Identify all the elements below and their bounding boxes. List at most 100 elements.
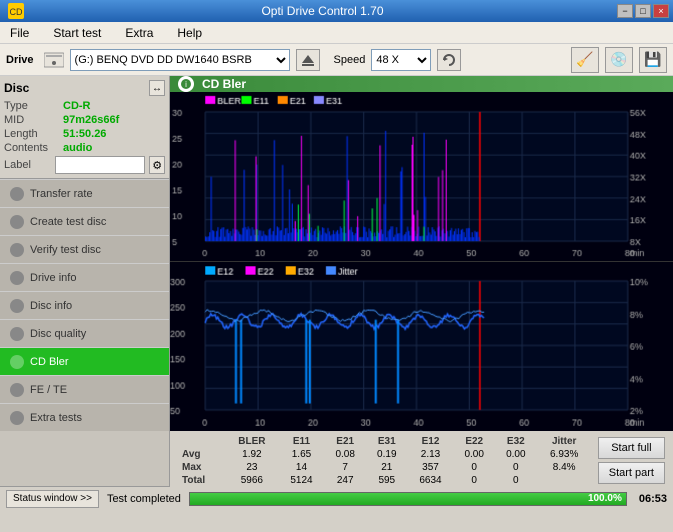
svg-text:i: i [185,80,187,89]
avg-e31: 0.19 [366,448,408,461]
mid-label: MID [4,114,59,126]
max-label: Max [178,461,225,474]
disc-panel: Disc ↔ Type CD-R MID 97m26s66f Length 51… [0,76,169,179]
disc-title: Disc [4,81,29,95]
minimize-button[interactable]: − [617,4,633,18]
col-bler: BLER [225,435,278,448]
total-bler: 5966 [225,474,278,487]
status-window-button[interactable]: Status window >> [6,490,99,508]
type-label: Type [4,100,59,112]
sidebar-item-extra-tests[interactable]: Extra tests [0,403,169,431]
disc-quality-icon [10,327,24,341]
menu-file[interactable]: File [4,24,35,42]
sidebar-item-cd-bler[interactable]: CD Bler [0,347,169,375]
col-e11: E11 [279,435,325,448]
main-area: Disc ↔ Type CD-R MID 97m26s66f Length 51… [0,76,673,486]
bler-canvas [170,92,673,261]
refresh-button[interactable] [437,49,461,71]
start-part-button[interactable]: Start part [598,462,665,484]
avg-jitter: 6.93% [537,448,592,461]
total-e12: 6634 [408,474,454,487]
window-title: Opti Drive Control 1.70 [28,4,617,18]
chart-header: i CD Bler [170,76,673,92]
avg-e12: 2.13 [408,448,454,461]
max-e32: 0 [495,461,537,474]
drive-label: Drive [6,54,34,66]
total-e31: 595 [366,474,408,487]
sidebar-item-disc-quality[interactable]: Disc quality [0,319,169,347]
drive-info-icon [10,271,24,285]
col-e21: E21 [324,435,366,448]
speed-select[interactable]: 48 X [371,49,431,71]
sidebar-item-label: Extra tests [30,412,82,424]
extra-tests-icon [10,411,24,425]
disc-collapse-button[interactable]: ↔ [149,80,165,96]
total-e11: 5124 [279,474,325,487]
menu-start-test[interactable]: Start test [47,24,107,42]
sidebar-item-label: CD Bler [30,356,69,368]
fe-te-icon [10,383,24,397]
type-value: CD-R [63,100,91,112]
drive-icon [44,50,64,70]
verify-disc-icon [10,243,24,257]
total-e22: 0 [453,474,495,487]
max-e31: 21 [366,461,408,474]
total-jitter [537,474,592,487]
sidebar-item-label: Disc quality [30,328,86,340]
progress-bar-fill [190,493,626,505]
max-e11: 14 [279,461,325,474]
svg-text:CD: CD [10,7,23,17]
stats-row-max: Max 23 14 7 21 357 0 0 8.4% [178,461,592,474]
sidebar-item-disc-info[interactable]: Disc info [0,291,169,319]
label-settings-button[interactable]: ⚙ [149,156,165,174]
max-jitter: 8.4% [537,461,592,474]
bler-chart [170,92,673,262]
chart-title-icon: i [178,76,194,92]
start-full-button[interactable]: Start full [598,437,665,459]
app-icon: CD [8,3,24,19]
sidebar-item-drive-info[interactable]: Drive info [0,263,169,291]
col-jitter: Jitter [537,435,592,448]
menu-help[interactable]: Help [171,24,208,42]
max-bler: 23 [225,461,278,474]
sidebar-item-verify-test-disc[interactable]: Verify test disc [0,235,169,263]
menu-extra[interactable]: Extra [119,24,159,42]
avg-label: Avg [178,448,225,461]
cd-bler-icon [10,355,24,369]
length-label: Length [4,128,59,140]
col-e32: E32 [495,435,537,448]
col-e22: E22 [453,435,495,448]
content-area: i CD Bler BLER [170,76,673,486]
drive-select[interactable]: (G:) BENQ DVD DD DW1640 BSRB [70,49,290,71]
sidebar-item-label: Drive info [30,272,76,284]
sidebar-item-label: Create test disc [30,216,106,228]
contents-value: audio [63,142,92,154]
stats-row-total: Total 5966 5124 247 595 6634 0 0 [178,474,592,487]
titlebar: CD Opti Drive Control 1.70 − □ × [0,0,673,22]
progress-text: 100.0% [588,493,622,505]
length-value: 51:50.26 [63,128,106,140]
mid-value: 97m26s66f [63,114,119,126]
total-e32: 0 [495,474,537,487]
save-button[interactable]: 💾 [639,47,667,73]
stats-area: BLER E11 E21 E31 E12 E22 E32 Jitter Avg [170,431,673,491]
stats-buttons: Start full Start part [598,437,665,484]
sidebar-item-create-test-disc[interactable]: Create test disc [0,207,169,235]
close-button[interactable]: × [653,4,669,18]
label-input[interactable] [55,156,145,174]
maximize-button[interactable]: □ [635,4,651,18]
eraser-button[interactable]: 🧹 [571,47,599,73]
sidebar-item-transfer-rate[interactable]: Transfer rate [0,179,169,207]
sidebar-item-label: Disc info [30,300,72,312]
avg-bler: 1.92 [225,448,278,461]
create-disc-icon [10,215,24,229]
speed-label: Speed [334,54,366,66]
sidebar-item-fe-te[interactable]: FE / TE [0,375,169,403]
max-e12: 357 [408,461,454,474]
status-text: Test completed [107,493,181,505]
eject-button[interactable] [296,49,320,71]
progress-bar: 100.0% [189,492,627,506]
burn-button[interactable]: 💿 [605,47,633,73]
avg-e32: 0.00 [495,448,537,461]
col-e31: E31 [366,435,408,448]
